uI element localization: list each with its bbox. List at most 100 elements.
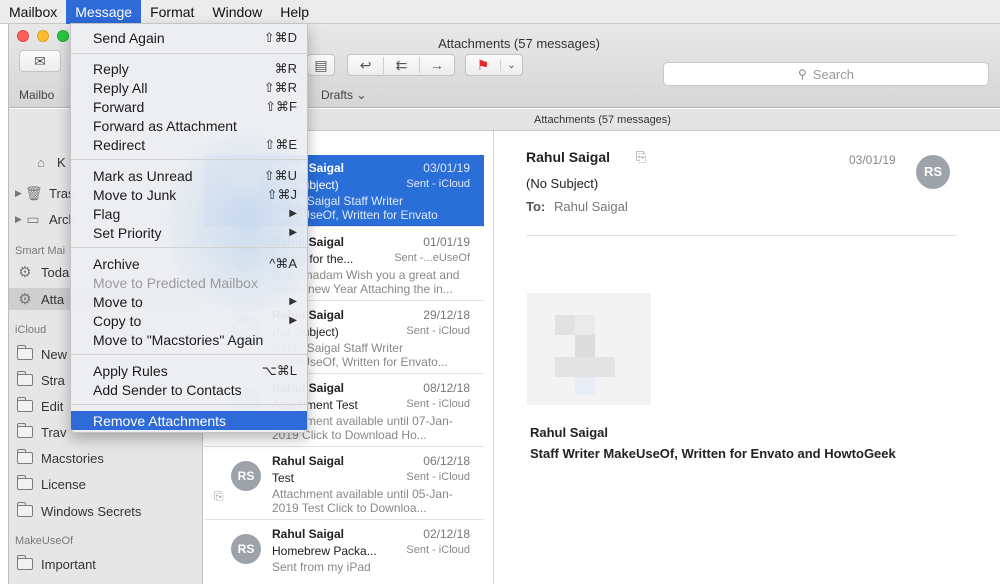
menu-item-archive[interactable]: Archive ^⌘A bbox=[71, 254, 307, 273]
menu-help[interactable]: Help bbox=[271, 0, 318, 24]
sidebar-folder-license[interactable]: License bbox=[9, 473, 203, 495]
folder-icon bbox=[17, 371, 33, 386]
menu-item-forward[interactable]: Forward ⇧⌘F bbox=[71, 97, 307, 116]
menu-item-reply-all[interactable]: Reply All ⇧⌘R bbox=[71, 78, 307, 97]
reply-group: ↩ ⇇ → bbox=[347, 54, 455, 76]
folder-icon bbox=[17, 423, 33, 438]
search-input[interactable]: ⚲ Search bbox=[663, 62, 989, 86]
get-mail-button[interactable]: ✉ bbox=[19, 50, 61, 72]
message-preview: Sent from my iPad bbox=[272, 560, 371, 574]
sidebar-item-label: Windows Secrets bbox=[41, 503, 142, 519]
folder-icon bbox=[17, 449, 33, 464]
menu-message[interactable]: Message bbox=[66, 0, 142, 24]
message-sender: Rahul Saigal bbox=[272, 527, 345, 541]
sidebar-item-label: Stra bbox=[41, 372, 65, 388]
smart-mailboxes-header: Smart Mai bbox=[15, 245, 66, 257]
sidebar-folder-windows-secrets[interactable]: Windows Secrets bbox=[9, 500, 203, 522]
menu-separator bbox=[71, 159, 307, 160]
message-mailbox-tag: Sent - iCloud bbox=[406, 544, 470, 556]
search-icon: ⚲ bbox=[798, 67, 807, 81]
archive-icon: ▭ bbox=[26, 210, 40, 227]
window-title: Attachments (57 messages) bbox=[438, 36, 600, 51]
trash-icon: 🗑 bbox=[25, 184, 43, 201]
menu-item-apply-rules[interactable]: Apply Rules ⌥⌘L bbox=[71, 361, 307, 380]
favorites-drafts[interactable]: Drafts ⌄ bbox=[321, 88, 366, 102]
message-date: 08/12/18 bbox=[423, 381, 470, 395]
message-date: 01/01/19 bbox=[423, 235, 470, 249]
menu-bar: Mailbox Message Format Window Help bbox=[0, 0, 1000, 24]
disclosure-triangle-icon[interactable]: ▶ bbox=[15, 188, 25, 199]
message-mailbox-tag: Sent - iCloud bbox=[406, 471, 470, 483]
paperclip-icon[interactable]: ⎘ bbox=[636, 149, 646, 165]
avatar: RS bbox=[916, 155, 950, 189]
message-row[interactable]: RS Rahul Saigal 06/12/18 Test Sent - iCl… bbox=[204, 448, 484, 520]
menu-item-move-to-predicted-mailbox: Move to Predicted Mailbox bbox=[93, 275, 258, 291]
menu-item-remove-attachments[interactable]: Remove Attachments bbox=[71, 411, 307, 430]
menu-separator bbox=[71, 354, 307, 355]
sidebar-item-label: Macstories bbox=[41, 450, 104, 466]
sidebar-folder-macstories[interactable]: Macstories bbox=[9, 447, 203, 469]
forward-icon[interactable]: → bbox=[418, 57, 454, 73]
sidebar-item-label: Important bbox=[41, 556, 96, 572]
menu-item-redirect[interactable]: Redirect ⇧⌘E bbox=[71, 135, 307, 154]
list-header: Attachments (57 messages) bbox=[204, 109, 1000, 131]
zoom-window-button[interactable] bbox=[57, 30, 69, 42]
minimize-window-button[interactable] bbox=[37, 30, 49, 42]
menu-window[interactable]: Window bbox=[203, 0, 271, 24]
search-placeholder: Search bbox=[812, 66, 854, 82]
menu-mailbox[interactable]: Mailbox bbox=[0, 0, 66, 24]
favorites-mailboxes[interactable]: Mailbo bbox=[19, 88, 54, 102]
message-mailbox-tag: Sent - iCloud bbox=[406, 398, 470, 410]
menu-item-set-priority[interactable]: Set Priority ▶ bbox=[71, 223, 307, 242]
archive-icon: ⌂ bbox=[37, 154, 45, 170]
reader-subject: (No Subject) bbox=[526, 176, 599, 191]
menu-separator bbox=[71, 53, 307, 54]
message-date: 03/01/19 bbox=[423, 161, 470, 175]
submenu-arrow-icon: ▶ bbox=[289, 227, 297, 238]
reader-to-label: To: bbox=[526, 199, 546, 214]
message-subject: Homebrew Packa... bbox=[272, 544, 377, 558]
blurred-signature-image bbox=[527, 293, 651, 405]
signature-title: Staff Writer MakeUseOf, Written for Enva… bbox=[530, 446, 896, 461]
menu-item-move-to-macstories-again[interactable]: Move to "Macstories" Again bbox=[71, 330, 307, 349]
disclosure-triangle-icon[interactable]: ▶ bbox=[15, 214, 25, 225]
menu-item-flag[interactable]: Flag ▶ bbox=[71, 204, 307, 223]
avatar: RS bbox=[231, 534, 261, 564]
message-subject: Test bbox=[272, 471, 295, 485]
makeuseof-header: MakeUseOf bbox=[15, 535, 74, 547]
submenu-arrow-icon: ▶ bbox=[289, 296, 297, 307]
archive-button[interactable]: ▤ bbox=[307, 54, 335, 76]
message-sender: Rahul Saigal bbox=[272, 454, 345, 468]
avatar: RS bbox=[231, 461, 261, 491]
flag-icon: ⚑ bbox=[476, 56, 490, 73]
sidebar-item-label: Edit bbox=[41, 398, 64, 414]
folder-icon bbox=[17, 397, 33, 412]
reading-pane: Rahul Saigal ⎘ 03/01/19 RS (No Subject) … bbox=[495, 131, 1000, 584]
menu-item-reply[interactable]: Reply ⌘R bbox=[71, 59, 307, 78]
gear-icon: ⚙ bbox=[18, 291, 32, 308]
sidebar-item-label: New bbox=[41, 346, 68, 362]
menu-item-move-to-junk[interactable]: Move to Junk ⇧⌘J bbox=[71, 185, 307, 204]
close-window-button[interactable] bbox=[17, 30, 29, 42]
message-mailbox-tag: Sent -...eUseOf bbox=[394, 252, 470, 264]
submenu-arrow-icon: ▶ bbox=[289, 315, 297, 326]
header-divider bbox=[526, 235, 956, 236]
menu-format[interactable]: Format bbox=[141, 0, 203, 24]
signature-name: Rahul Saigal bbox=[530, 425, 609, 440]
flag-button[interactable]: ⚑ ⌄ bbox=[465, 54, 523, 76]
message-row[interactable]: RS Rahul Saigal 02/12/18 Homebrew Packa.… bbox=[204, 521, 484, 584]
reply-all-icon[interactable]: ⇇ bbox=[383, 56, 418, 74]
menu-item-move-to[interactable]: Move to ▶ bbox=[71, 292, 307, 311]
sidebar-folder-important[interactable]: Important bbox=[9, 553, 203, 575]
menu-item-send-again[interactable]: Send Again ⇧⌘D bbox=[71, 28, 307, 47]
menu-item-mark-as-unread[interactable]: Mark as Unread ⇧⌘U bbox=[71, 166, 307, 185]
menu-item-forward-as-attachment[interactable]: Forward as Attachment bbox=[71, 116, 307, 135]
menu-item-add-sender-to-contacts[interactable]: Add Sender to Contacts bbox=[71, 380, 307, 399]
folder-icon bbox=[17, 555, 33, 570]
message-date: 02/12/18 bbox=[423, 527, 470, 541]
submenu-arrow-icon: ▶ bbox=[289, 208, 297, 219]
icloud-header: iCloud bbox=[15, 324, 47, 336]
menu-item-copy-to[interactable]: Copy to ▶ bbox=[71, 311, 307, 330]
sidebar-item-label: License bbox=[41, 476, 86, 492]
reply-icon[interactable]: ↩ bbox=[348, 57, 383, 74]
